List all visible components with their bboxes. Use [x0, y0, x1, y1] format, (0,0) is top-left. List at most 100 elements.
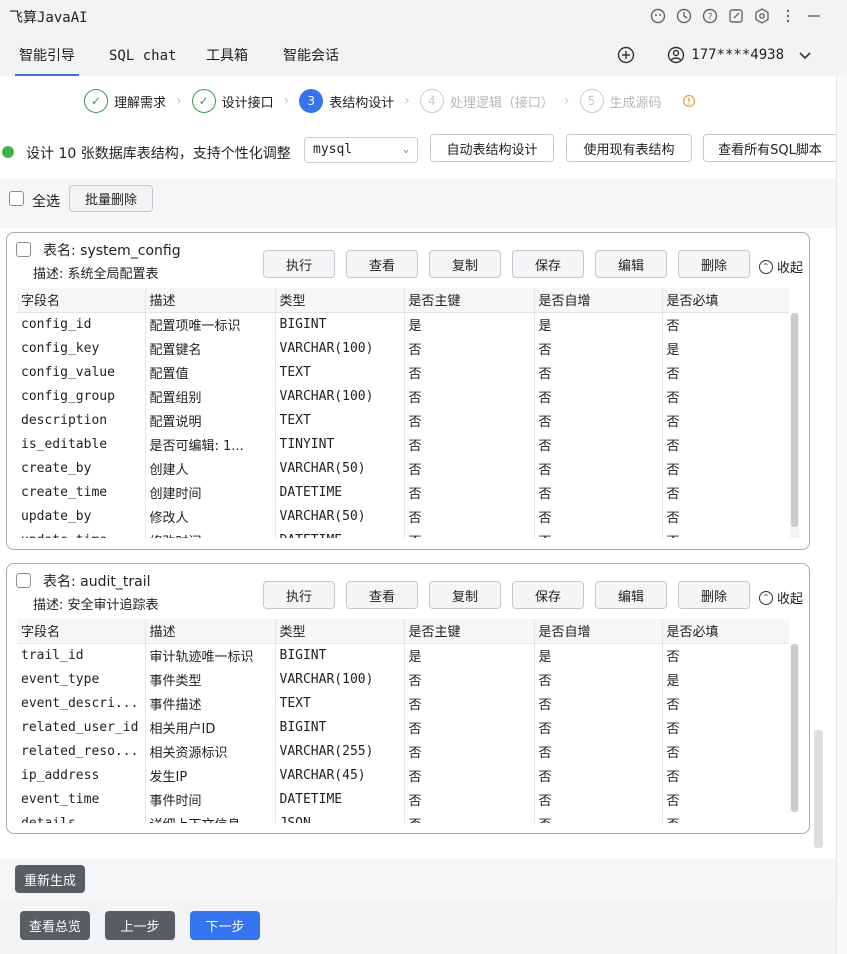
step-1[interactable]: ✓ 理解需求 — [84, 89, 166, 113]
table-header-row: 字段名 描述 类型 是否主键 是否自增 是否必填 — [17, 619, 789, 644]
field-name-cell: config_id — [17, 312, 146, 336]
table-row[interactable]: trail_id 审计轨迹唯一标识 BIGINT 是是否 — [17, 643, 789, 667]
check-icon: ✓ — [191, 89, 216, 113]
add-icon[interactable] — [615, 44, 637, 66]
help-icon[interactable]: ? — [699, 5, 721, 27]
table-row[interactable]: update_time修改时间DATETIME否否否 — [17, 528, 789, 538]
table-checkbox[interactable] — [16, 242, 31, 257]
field-name-cell: related_user_id — [17, 715, 146, 739]
user-avatar-icon[interactable] — [665, 44, 687, 66]
info-warning-icon[interactable] — [678, 90, 700, 112]
tab-smart-guide[interactable]: 智能引导 — [15, 36, 79, 76]
edit-button[interactable]: 编辑 — [595, 581, 667, 609]
field-desc-cell: 配置键名 — [145, 336, 276, 360]
db-type-select[interactable]: mysql ⌄ — [304, 137, 418, 163]
regenerate-button[interactable]: 重新生成 — [15, 865, 85, 893]
user-phone[interactable]: 177****4938 — [691, 47, 784, 63]
use-existing-button[interactable]: 使用现有表结构 — [566, 134, 692, 162]
tab-sql-chat[interactable]: SQL chat — [105, 36, 180, 76]
table-row[interactable]: event_time 事件时间 DATETIME 否否否 — [17, 787, 789, 811]
execute-button[interactable]: 执行 — [263, 250, 335, 278]
design-summary: 设计 10 张数据库表结构，支持个性化调整 — [26, 146, 291, 162]
view-all-sql-button[interactable]: 查看所有SQL脚本 — [703, 134, 836, 162]
delete-button[interactable]: 删除 — [678, 250, 750, 278]
primary-key-cell: 否 — [404, 384, 535, 408]
tab-smart-chat[interactable]: 智能会话 — [279, 36, 343, 76]
table-row[interactable]: related_reso... 相关资源标识 VARCHAR(255) 否否否 — [17, 739, 789, 763]
settings-icon[interactable] — [751, 5, 773, 27]
chevron-down-icon[interactable] — [794, 44, 816, 66]
table-row[interactable]: event_type 事件类型 VARCHAR(100) 否否是 — [17, 667, 789, 691]
step-5[interactable]: 5 生成源码 — [579, 89, 662, 113]
primary-key-cell: 否 — [404, 787, 535, 811]
auto-design-button[interactable]: 自动表结构设计 — [430, 134, 554, 162]
step-label: 设计接口 — [221, 95, 274, 111]
delete-button[interactable]: 删除 — [678, 581, 750, 609]
edit-icon[interactable] — [725, 5, 747, 27]
table-scrollbar[interactable] — [790, 313, 799, 538]
view-button[interactable]: 查看 — [346, 250, 418, 278]
select-all-label: 全选 — [32, 194, 60, 210]
table-row[interactable]: create_by 创建人 VARCHAR(50) 否否否 — [17, 456, 789, 480]
table-scrollbar[interactable] — [790, 644, 799, 812]
save-button[interactable]: 保存 — [512, 250, 584, 278]
table-row[interactable]: config_id 配置项唯一标识 BIGINT 是是否 — [17, 312, 789, 336]
step-4[interactable]: 4 处理逻辑（接口） — [419, 89, 554, 113]
col-header: 字段名 — [17, 619, 146, 644]
col-header: 类型 — [275, 288, 405, 313]
tab-toolbox[interactable]: 工具箱 — [202, 36, 252, 76]
required-cell: 否 — [662, 811, 789, 823]
field-name-cell: update_by — [17, 504, 146, 528]
next-step-button[interactable]: 下一步 — [190, 911, 260, 940]
required-cell: 否 — [662, 691, 789, 715]
step-3[interactable]: 3 表结构设计 — [299, 89, 394, 113]
primary-key-cell: 否 — [404, 763, 535, 787]
field-type-cell: VARCHAR(100) — [275, 384, 405, 408]
auto-increment-cell: 否 — [534, 384, 663, 408]
required-cell: 否 — [662, 504, 789, 528]
auto-increment-cell: 是 — [534, 312, 663, 336]
minimize-icon[interactable] — [803, 5, 825, 27]
save-button[interactable]: 保存 — [512, 581, 584, 609]
table-row[interactable]: event_descri... 事件描述 TEXT 否否否 — [17, 691, 789, 715]
auto-increment-cell: 否 — [534, 715, 663, 739]
more-vertical-icon[interactable] — [777, 5, 799, 27]
table-row[interactable]: config_value 配置值 TEXT 否否否 — [17, 360, 789, 384]
select-all-checkbox[interactable] — [9, 191, 24, 206]
ai-sparkle-icon[interactable] — [647, 5, 669, 27]
scrollbar-thumb[interactable] — [791, 644, 798, 812]
collapse-toggle[interactable]: ⌃ 收起 — [759, 257, 803, 276]
chevron-right-icon: › — [563, 93, 570, 109]
step-2[interactable]: ✓ 设计接口 — [191, 89, 274, 113]
table-row[interactable]: ip_address 发生IP VARCHAR(45) 否否否 — [17, 763, 789, 787]
view-button[interactable]: 查看 — [346, 581, 418, 609]
fields-table-viewport[interactable]: 字段名 描述 类型 是否主键 是否自增 是否必填 config_id 配置项唯一标… — [17, 288, 789, 538]
field-desc-cell: 修改人 — [145, 504, 276, 528]
table-row[interactable]: create_time 创建时间 DATETIME 否否否 — [17, 480, 789, 504]
fields-table-viewport[interactable]: 字段名 描述 类型 是否主键 是否自增 是否必填 trail_id 审计轨迹唯一标… — [17, 619, 789, 823]
field-type-cell: BIGINT — [275, 312, 405, 336]
collapse-toggle[interactable]: ⌃ 收起 — [759, 588, 803, 607]
required-cell: 是 — [662, 336, 789, 360]
page-scrollbar-thumb[interactable] — [814, 730, 823, 848]
table-row[interactable]: details详细上下文信息JSON否否否 — [17, 811, 789, 823]
overview-button[interactable]: 查看总览 — [20, 911, 90, 940]
table-checkbox[interactable] — [16, 573, 31, 588]
required-cell: 否 — [662, 739, 789, 763]
copy-button[interactable]: 复制 — [429, 581, 501, 609]
col-header: 是否必填 — [662, 619, 789, 644]
execute-button[interactable]: 执行 — [263, 581, 335, 609]
table-row[interactable]: is_editable 是否可编辑: 1... TINYINT 否否否 — [17, 432, 789, 456]
auto-increment-cell: 否 — [534, 408, 663, 432]
table-row[interactable]: related_user_id 相关用户ID BIGINT 否否否 — [17, 715, 789, 739]
copy-button[interactable]: 复制 — [429, 250, 501, 278]
prev-step-button[interactable]: 上一步 — [105, 911, 175, 940]
scrollbar-thumb[interactable] — [791, 313, 798, 527]
history-icon[interactable] — [673, 5, 695, 27]
table-row[interactable]: description 配置说明 TEXT 否否否 — [17, 408, 789, 432]
batch-delete-button[interactable]: 批量删除 — [69, 185, 153, 212]
table-row[interactable]: config_key 配置键名 VARCHAR(100) 否否是 — [17, 336, 789, 360]
table-row[interactable]: update_by 修改人 VARCHAR(50) 否否否 — [17, 504, 789, 528]
table-row[interactable]: config_group 配置组别 VARCHAR(100) 否否否 — [17, 384, 789, 408]
edit-button[interactable]: 编辑 — [595, 250, 667, 278]
